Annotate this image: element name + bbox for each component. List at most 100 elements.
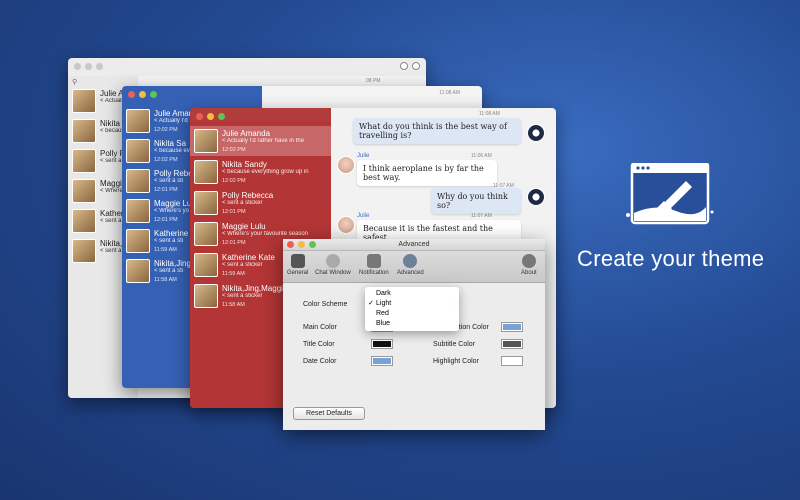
tab-about[interactable]: About: [521, 254, 537, 276]
contact-row[interactable]: Julie Amanda < Actually I'd rather have i…: [190, 126, 331, 156]
message-timestamp: 11:08 AM: [479, 111, 500, 117]
avatar: [337, 216, 355, 234]
avatar: [126, 259, 150, 283]
zoom-button[interactable]: [96, 63, 103, 70]
contact-row[interactable]: Nikita Sandy < because everything grow up…: [190, 157, 331, 187]
contact-preview: < because ev: [154, 148, 190, 154]
close-button[interactable]: [287, 241, 294, 248]
contact-time: 12:02 PM: [222, 147, 246, 153]
contact-time: 12:02 PM: [154, 157, 178, 163]
gray-titlebar: [68, 58, 426, 76]
contact-preview: < sent a: [100, 158, 122, 164]
avatar: [194, 160, 218, 184]
avatar: [72, 149, 96, 173]
notification-color-label: ation Color: [455, 324, 489, 331]
message-bubble: What do you think is the best way of tra…: [353, 118, 521, 144]
highlight-color-swatch[interactable]: [501, 356, 523, 366]
contact-name: Maggie Lulu: [222, 222, 266, 231]
zoom-button[interactable]: [309, 241, 316, 248]
contact-name: Nikita Sandy: [222, 160, 267, 169]
color-scheme-menu: Dark Light Red Blue: [365, 287, 459, 331]
contact-name: Katherine Kate: [222, 253, 275, 262]
contact-preview: < sent a sti: [154, 268, 184, 274]
subtitle-color-swatch[interactable]: [501, 339, 523, 349]
contact-preview: < Actually I'd rather have in the: [222, 138, 305, 144]
contact-preview: < sent a sticker: [222, 200, 263, 206]
swatch-fill: [503, 324, 521, 330]
toggle-icon[interactable]: [412, 62, 420, 70]
swatch-fill: [503, 341, 521, 347]
date-color-swatch[interactable]: [371, 356, 393, 366]
swatch-fill: [373, 358, 391, 364]
minimize-button[interactable]: [207, 113, 214, 120]
minimize-button[interactable]: [139, 91, 146, 98]
avatar: [126, 109, 150, 133]
contact-preview: < sent a sticker: [222, 293, 263, 299]
avatar: [72, 209, 96, 233]
tagline: Create your theme: [577, 246, 765, 271]
color-scheme-label: Color Scheme: [303, 301, 348, 308]
swatch-fill: [503, 358, 521, 364]
zoom-button[interactable]: [150, 91, 157, 98]
avatar: [527, 188, 545, 206]
message-timestamp: 11:06 AM: [471, 153, 492, 159]
contact-preview: < sent a sti: [154, 178, 184, 184]
message-bubble: Why do you think so?: [431, 188, 521, 214]
avatar: [126, 199, 150, 223]
notification-color-swatch[interactable]: [501, 322, 523, 332]
contact-time: 11:59 AM: [154, 247, 177, 253]
sender-name: Julie: [357, 213, 370, 219]
contact-time: 12:01 PM: [222, 240, 246, 246]
highlight-color-label: Highlight Color: [433, 358, 479, 365]
contact-name: Maggie Lu: [154, 199, 192, 208]
contact-name: Nikita,Jing,: [154, 259, 194, 268]
zoom-button[interactable]: [218, 113, 225, 120]
title-color-label: Title Color: [303, 341, 335, 348]
tab-chat-window[interactable]: Chat Window: [315, 254, 351, 276]
tab-general[interactable]: General: [287, 254, 308, 276]
advanced-preferences-window: Advanced General Chat Window Notificatio…: [283, 239, 545, 430]
title-color-swatch[interactable]: [371, 339, 393, 349]
minimize-button[interactable]: [85, 63, 92, 70]
swatch-fill: [373, 341, 391, 347]
tab-notification[interactable]: Notification: [359, 254, 389, 276]
megaphone-icon: [366, 254, 381, 268]
contact-time: 11:58 AM: [154, 277, 177, 283]
avatar: [72, 89, 96, 113]
contact-time: 12:02 PM: [222, 178, 246, 184]
close-button[interactable]: [74, 63, 81, 70]
close-button[interactable]: [196, 113, 203, 120]
menu-item-red[interactable]: Red: [365, 309, 459, 319]
menu-item-light[interactable]: Light: [365, 299, 459, 309]
contact-time: 12:02 PM: [154, 127, 178, 133]
tab-advanced[interactable]: Advanced: [397, 254, 424, 276]
contact-preview: < because everything grow up in: [222, 169, 309, 175]
speech-bubble-icon: [325, 254, 340, 268]
contact-row[interactable]: Polly Rebecca < sent a sticker 12:01 PM: [190, 188, 331, 218]
contact-time: 12:01 PM: [222, 209, 246, 215]
contact-preview: < Where's your favourite season: [222, 231, 309, 237]
contact-name: Julie Amanda: [222, 129, 271, 138]
sender-name: Julie: [357, 153, 370, 159]
contact-name: Nikita Sa: [154, 139, 187, 148]
avatar: [194, 284, 218, 308]
reset-defaults-button[interactable]: Reset Defaults: [293, 407, 365, 420]
menu-item-dark[interactable]: Dark: [365, 289, 459, 299]
switch-icon: [290, 254, 305, 268]
prefs-title: Advanced: [398, 241, 430, 248]
avatar: [337, 156, 355, 174]
avatar: [194, 129, 218, 153]
search-icon[interactable]: ⚲: [72, 78, 77, 86]
message-bubble: I think aeroplane is by far the best way…: [357, 160, 497, 186]
close-button[interactable]: [128, 91, 135, 98]
contact-time: 12:01 PM: [154, 187, 178, 193]
minimize-button[interactable]: [298, 241, 305, 248]
message-timestamp: 08 PM: [366, 78, 381, 84]
gear-icon: [403, 254, 418, 268]
avatar: [72, 119, 96, 143]
avatar: [194, 253, 218, 277]
menu-item-blue[interactable]: Blue: [365, 319, 459, 329]
toggle-icon[interactable]: [400, 62, 408, 70]
avatar: [72, 179, 96, 203]
message-timestamp: 11:07 AM: [471, 213, 492, 219]
